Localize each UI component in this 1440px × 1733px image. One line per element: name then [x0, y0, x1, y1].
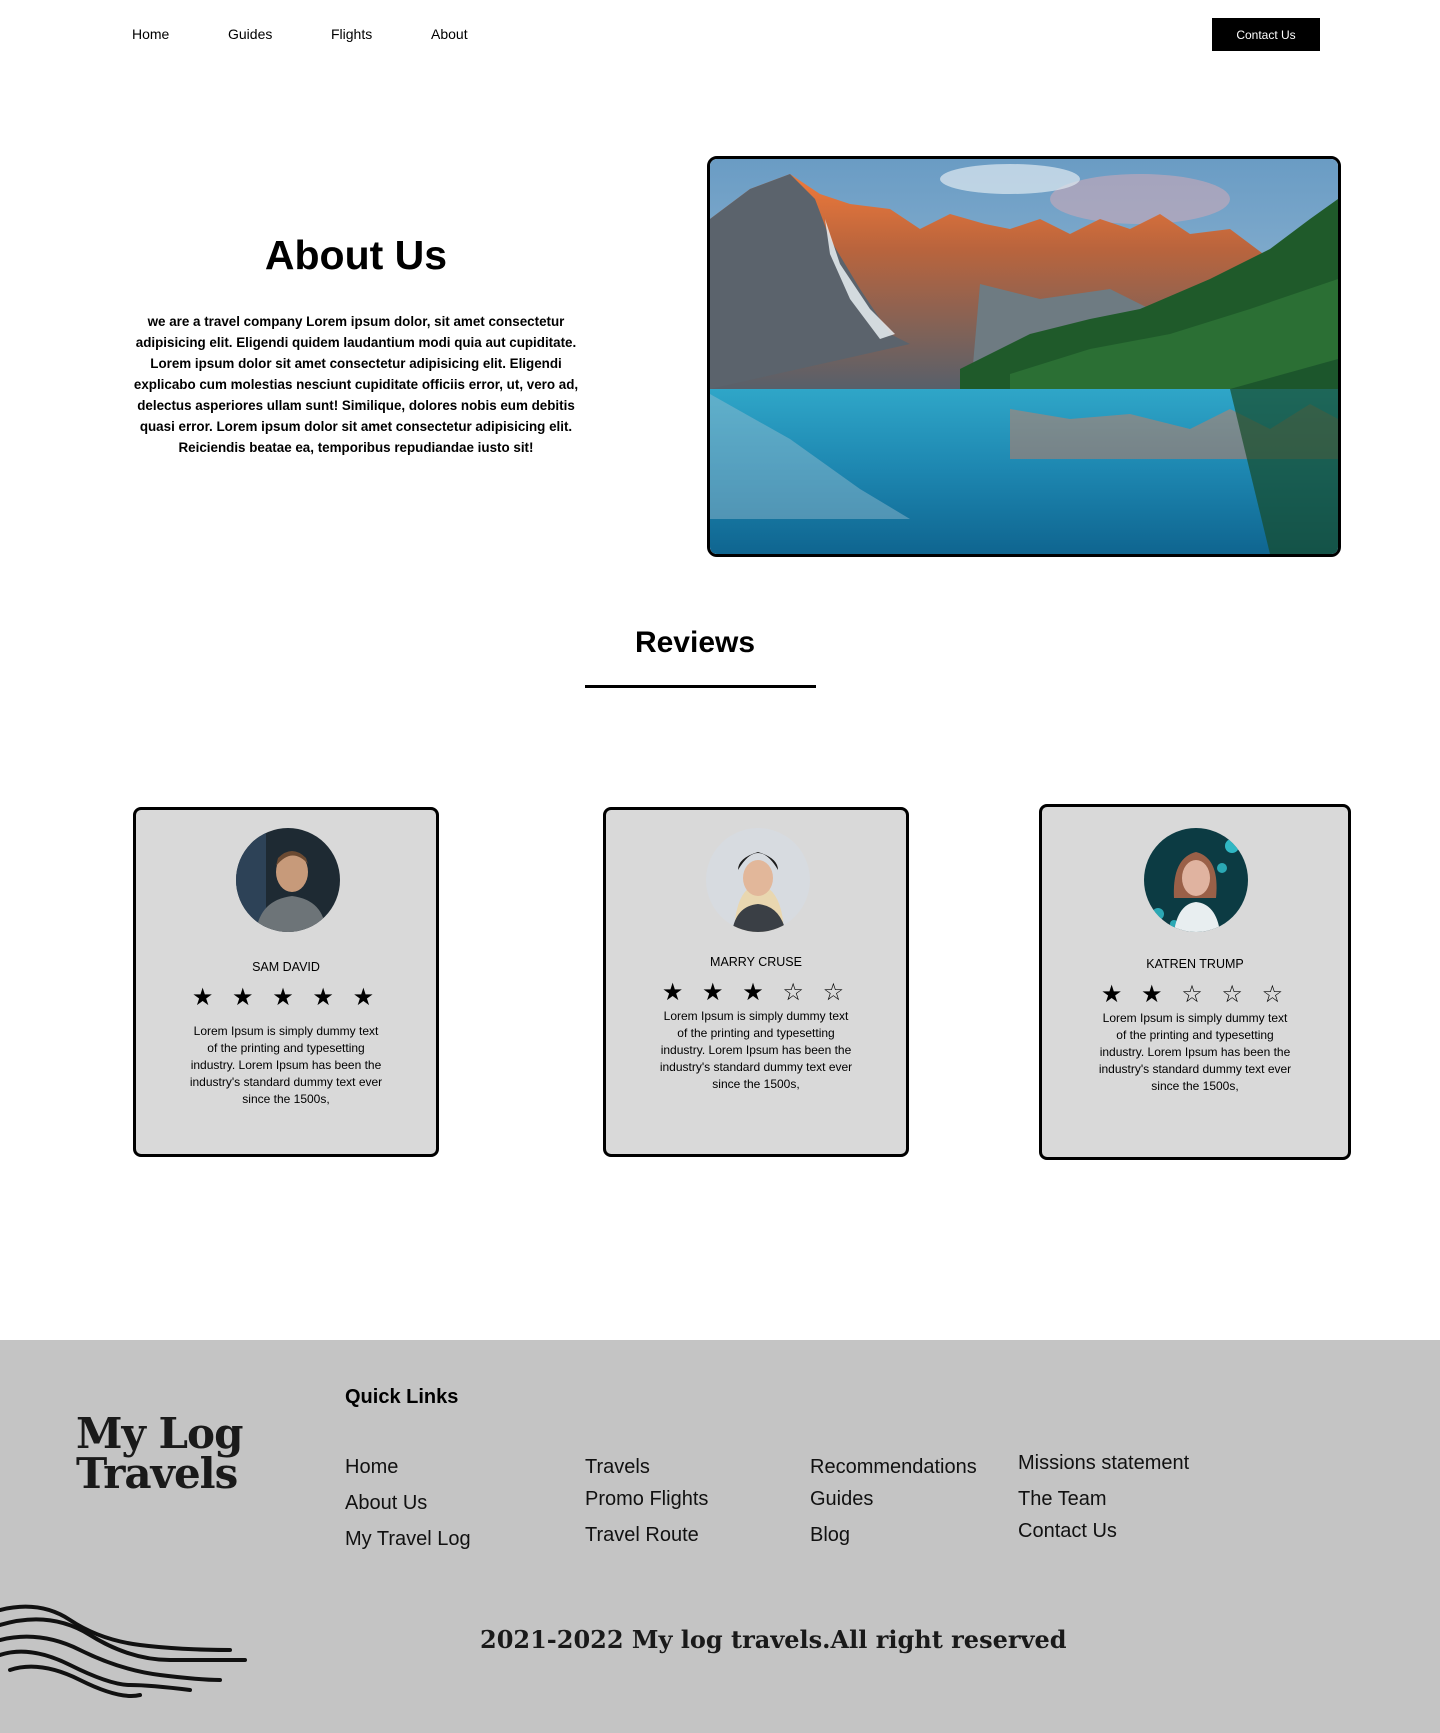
star-rating: ★ ★ ☆ ☆ ☆	[1100, 981, 1290, 1008]
footer-link-blog[interactable]: Blog	[810, 1524, 850, 1547]
footer-link-home[interactable]: Home	[345, 1456, 398, 1479]
footer-link-the-team[interactable]: The Team	[1018, 1488, 1107, 1511]
reviewer-name: MARRY CRUSE	[710, 955, 802, 969]
hero-landscape-image	[707, 156, 1341, 557]
quick-links-title: Quick Links	[345, 1386, 459, 1408]
star-rating: ★ ★ ★ ★ ★	[191, 984, 381, 1011]
about-title: About Us	[264, 232, 448, 278]
top-navigation: Home Guides Flights About Contact Us	[0, 0, 1440, 70]
footer-link-travels[interactable]: Travels	[585, 1456, 650, 1479]
reviews-underline	[585, 685, 816, 688]
footer-link-contact-us[interactable]: Contact Us	[1018, 1520, 1117, 1543]
footer-link-guides[interactable]: Guides	[810, 1488, 873, 1511]
mountain-lake-illustration	[710, 159, 1338, 554]
user-avatar-icon	[706, 828, 810, 932]
logo-line-2: Travels	[76, 1449, 238, 1498]
review-text: Lorem Ipsum is simply dummy text of the …	[189, 1024, 383, 1106]
user-avatar-icon	[1144, 828, 1248, 932]
reviewer-name: SAM DAVID	[252, 960, 320, 974]
about-description: we are a travel company Lorem ipsum dolo…	[133, 314, 579, 455]
avatar	[236, 828, 340, 932]
footer-link-missions-statement[interactable]: Missions statement	[1018, 1452, 1189, 1475]
footer-link-promo-flights[interactable]: Promo Flights	[585, 1488, 708, 1511]
nav-guides-link[interactable]: Guides	[228, 26, 272, 42]
review-card: SAM DAVID ★ ★ ★ ★ ★ Lorem Ipsum is simpl…	[133, 807, 439, 1157]
footer-link-about-us[interactable]: About Us	[345, 1492, 427, 1515]
footer-logo[interactable]: My Log Travels	[76, 1409, 243, 1498]
contact-us-button[interactable]: Contact Us	[1212, 18, 1320, 51]
user-avatar-icon	[236, 828, 340, 932]
nav-about-link[interactable]: About	[431, 26, 468, 42]
footer-link-recommendations[interactable]: Recommendations	[810, 1456, 977, 1479]
footer-link-my-travel-log[interactable]: My Travel Log	[345, 1528, 471, 1551]
review-text: Lorem Ipsum is simply dummy text of the …	[659, 1009, 853, 1091]
avatar	[706, 828, 810, 932]
logo-line-1: My Log	[76, 1409, 243, 1458]
copyright-text: 2021-2022 My log travels.All right reser…	[480, 1625, 1067, 1654]
reviewer-name: KATREN TRUMP	[1146, 957, 1244, 971]
brush-scribble-decoration	[0, 1604, 247, 1698]
footer-link-travel-route[interactable]: Travel Route	[585, 1524, 699, 1547]
footer: My Log Travels Quick Links Home About Us…	[0, 1340, 1440, 1733]
nav-flights-link[interactable]: Flights	[331, 26, 372, 42]
nav-home-link[interactable]: Home	[132, 26, 169, 42]
star-rating: ★ ★ ★ ☆ ☆	[661, 979, 851, 1006]
review-card: MARRY CRUSE ★ ★ ★ ☆ ☆ Lorem Ipsum is sim…	[603, 807, 909, 1157]
reviews-title: Reviews	[634, 626, 756, 659]
review-card: KATREN TRUMP ★ ★ ☆ ☆ ☆ Lorem Ipsum is si…	[1039, 804, 1351, 1160]
avatar	[1144, 828, 1248, 932]
review-text: Lorem Ipsum is simply dummy text of the …	[1098, 1011, 1292, 1093]
